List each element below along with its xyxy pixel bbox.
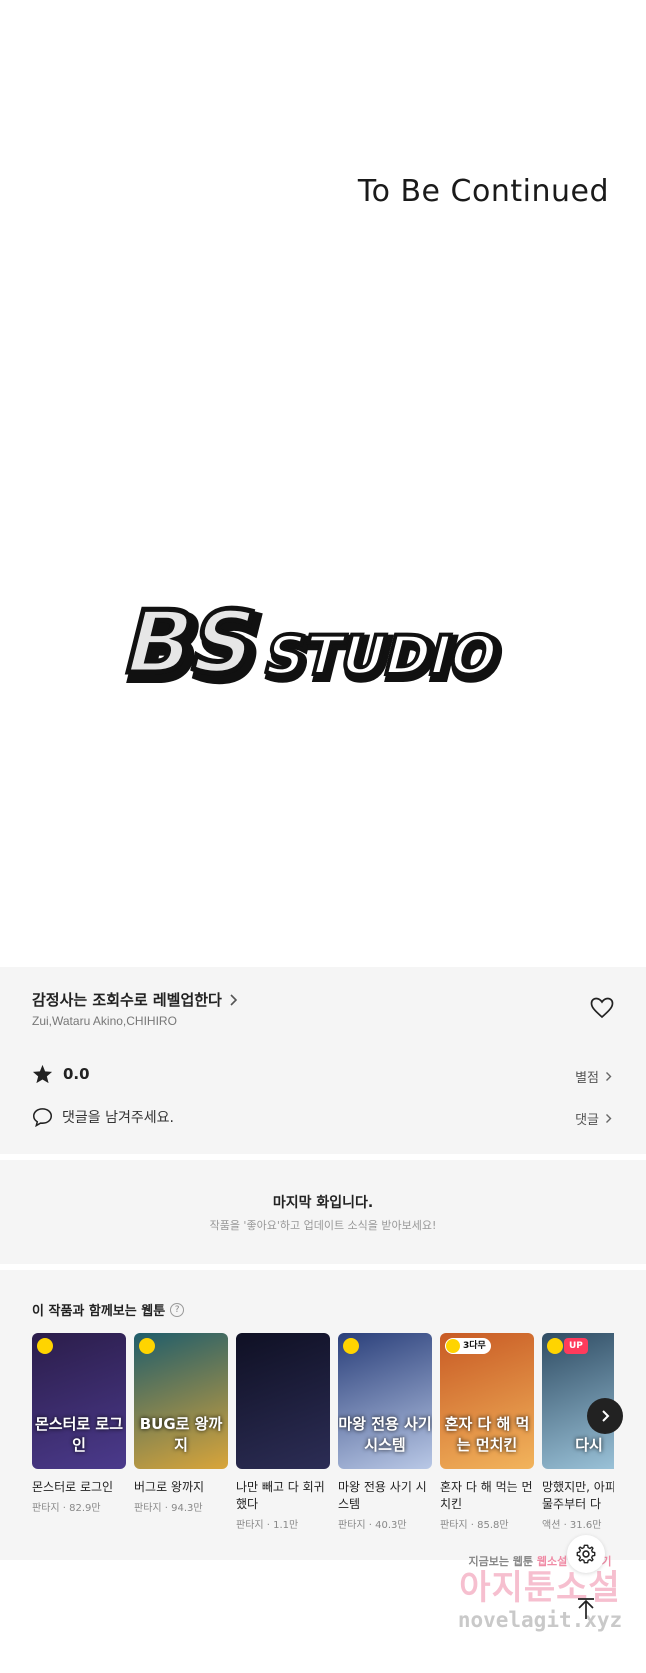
webtoon-title: 나만 빼고 다 회귀했다 [236,1480,325,1511]
arrow-up-icon [578,1598,594,1619]
recommendations-section: 이 작품과 함께보는 웹툰 ? 몬스터로 로그인 몬스터로 로그인 판타지 · 82… [0,1270,646,1560]
clock-badge-icon [139,1338,155,1354]
rating-display: 0.0 [32,1064,90,1084]
badge-label: 3다무 [463,1341,486,1351]
recommendation-card[interactable]: BUG로 왕까지버그로 왕까지판타지 · 94.3만 [134,1333,228,1514]
webtoon-meta: 판타지 · 82.9만 [32,1503,101,1514]
webtoon-meta: 판타지 · 1.1만 [236,1520,299,1531]
comment-prompt-text: 댓글을 남겨주세요. [62,1110,174,1126]
comments-label: 댓글 [575,1113,599,1128]
chevron-right-icon [230,993,237,1006]
recommendations-carousel: 몬스터로 로그인 몬스터로 로그인 판타지 · 82.9만 BUG로 왕까지 버그로 왕… [32,1333,614,1543]
webtoon-thumbnail [236,1333,330,1469]
webtoon-title: 망했지만, 아피 건물주부터 다 [542,1480,614,1511]
heart-icon[interactable] [590,997,614,1019]
watermark-brand: 아지툰소설 [459,1568,621,1608]
last-episode-subtitle: 작품을 '좋아요'하고 업데이트 소식을 받아보세요! [209,1219,437,1232]
settings-button[interactable] [567,1535,605,1573]
comic-page: To Be Continued BS BS STUDIO STUDIO [0,0,646,967]
clock-badge-icon [446,1339,460,1353]
help-icon[interactable]: ? [170,1302,185,1317]
thumbnail-title-art: 마왕 전용 사기 시스템 [338,1415,432,1454]
thumbnail-title-art: 다시 [575,1436,603,1454]
rate-label: 별점 [575,1071,599,1086]
webtoon-thumbnail: 마왕 전용 사기 시스템 [338,1333,432,1469]
recommendation-card[interactable]: 마왕 전용 사기 시스템 마왕 전용 사기 시스템 판타지 · 40.3만 [338,1333,432,1531]
bs-studio-logo: BS BS STUDIO STUDIO [112,592,511,697]
webtoon-thumbnail: BUG로 왕까지 [134,1333,228,1469]
svg-text:BS: BS [115,592,268,692]
rate-button[interactable]: 별점 [575,1067,614,1086]
carousel-next-button[interactable] [587,1398,623,1434]
webtoon-meta: 액션 · 31.6만 [542,1520,602,1531]
up-badge: UP [564,1338,588,1354]
chevron-right-icon [602,1410,610,1422]
series-title-link[interactable]: 감정사는 조회수로 레벨업한다 [32,989,240,1010]
watermark-line1: 지금보는 웹툰 웹소설 보러가기 [468,1555,611,1568]
speech-bubble-icon [32,1108,53,1127]
star-icon [32,1064,53,1084]
clock-badge-icon [343,1338,359,1354]
recommendations-title: 이 작품과 함께보는 웹툰 [32,1304,166,1319]
gear-icon [576,1544,596,1564]
thumbnail-title-art: 몬스터로 로그인 [34,1415,124,1454]
free-wait-badge: 3다무 [445,1338,491,1354]
svg-text:STUDIO: STUDIO [258,624,504,687]
comments-button[interactable]: 댓글 [575,1109,614,1128]
recommendations-heading: 이 작품과 함께보는 웹툰 ? [32,1300,185,1319]
site-watermark: 지금보는 웹툰 웹소설 보러가기 아지툰소설 novelagit.xyz [440,1553,640,1633]
series-authors: Zui,Wataru Akino,CHIHIRO [32,1014,177,1028]
recommendation-card[interactable]: 몬스터로 로그인 몬스터로 로그인 판타지 · 82.9만 [32,1333,126,1514]
rating-value: 0.0 [63,1065,90,1083]
webtoon-title: 몬스터로 로그인 [32,1480,114,1494]
thumbnail-title-art: BUG로 왕까지 [139,1415,223,1454]
webtoon-meta: 판타지 · 40.3만 [338,1520,407,1531]
recommendation-card[interactable]: 나만 빼고 다 회귀했다판타지 · 1.1만 [236,1333,330,1531]
webtoon-title: 버그로 왕까지 [134,1480,205,1494]
webtoon-title: 마왕 전용 사기 시스템 [338,1480,427,1511]
recommendation-card[interactable]: 혼자 다 해 먹는 먼치킨 3다무혼자 다 해 먹는 먼치킨판타지 · 85.8만 [440,1333,534,1531]
last-episode-title: 마지막 화입니다. [272,1195,374,1211]
comment-prompt[interactable]: 댓글을 남겨주세요. [32,1107,174,1127]
series-info-panel: 감정사는 조회수로 레벨업한다 Zui,Wataru Akino,CHIHIRO… [0,967,646,1154]
chevron-right-icon [606,1072,612,1081]
to-be-continued-text: To Be Continued [357,174,609,209]
clock-badge-icon [547,1338,563,1354]
watermark-url: novelagit.xyz [457,1608,623,1632]
scroll-to-top-button[interactable] [567,1590,605,1628]
last-episode-notice: 마지막 화입니다. 작품을 '좋아요'하고 업데이트 소식을 받아보세요! [0,1160,646,1264]
series-title: 감정사는 조회수로 레벨업한다 [32,991,222,1009]
webtoon-title: 혼자 다 해 먹는 먼치킨 [440,1480,533,1511]
webtoon-meta: 판타지 · 85.8만 [440,1520,509,1531]
clock-badge-icon [37,1338,53,1354]
webtoon-thumbnail: 몬스터로 로그인 [32,1333,126,1469]
thumbnail-title-art: 혼자 다 해 먹는 먼치킨 [444,1415,530,1454]
webtoon-meta: 판타지 · 94.3만 [134,1503,203,1514]
webtoon-thumbnail: 혼자 다 해 먹는 먼치킨 3다무 [440,1333,534,1469]
chevron-right-icon [606,1114,612,1123]
